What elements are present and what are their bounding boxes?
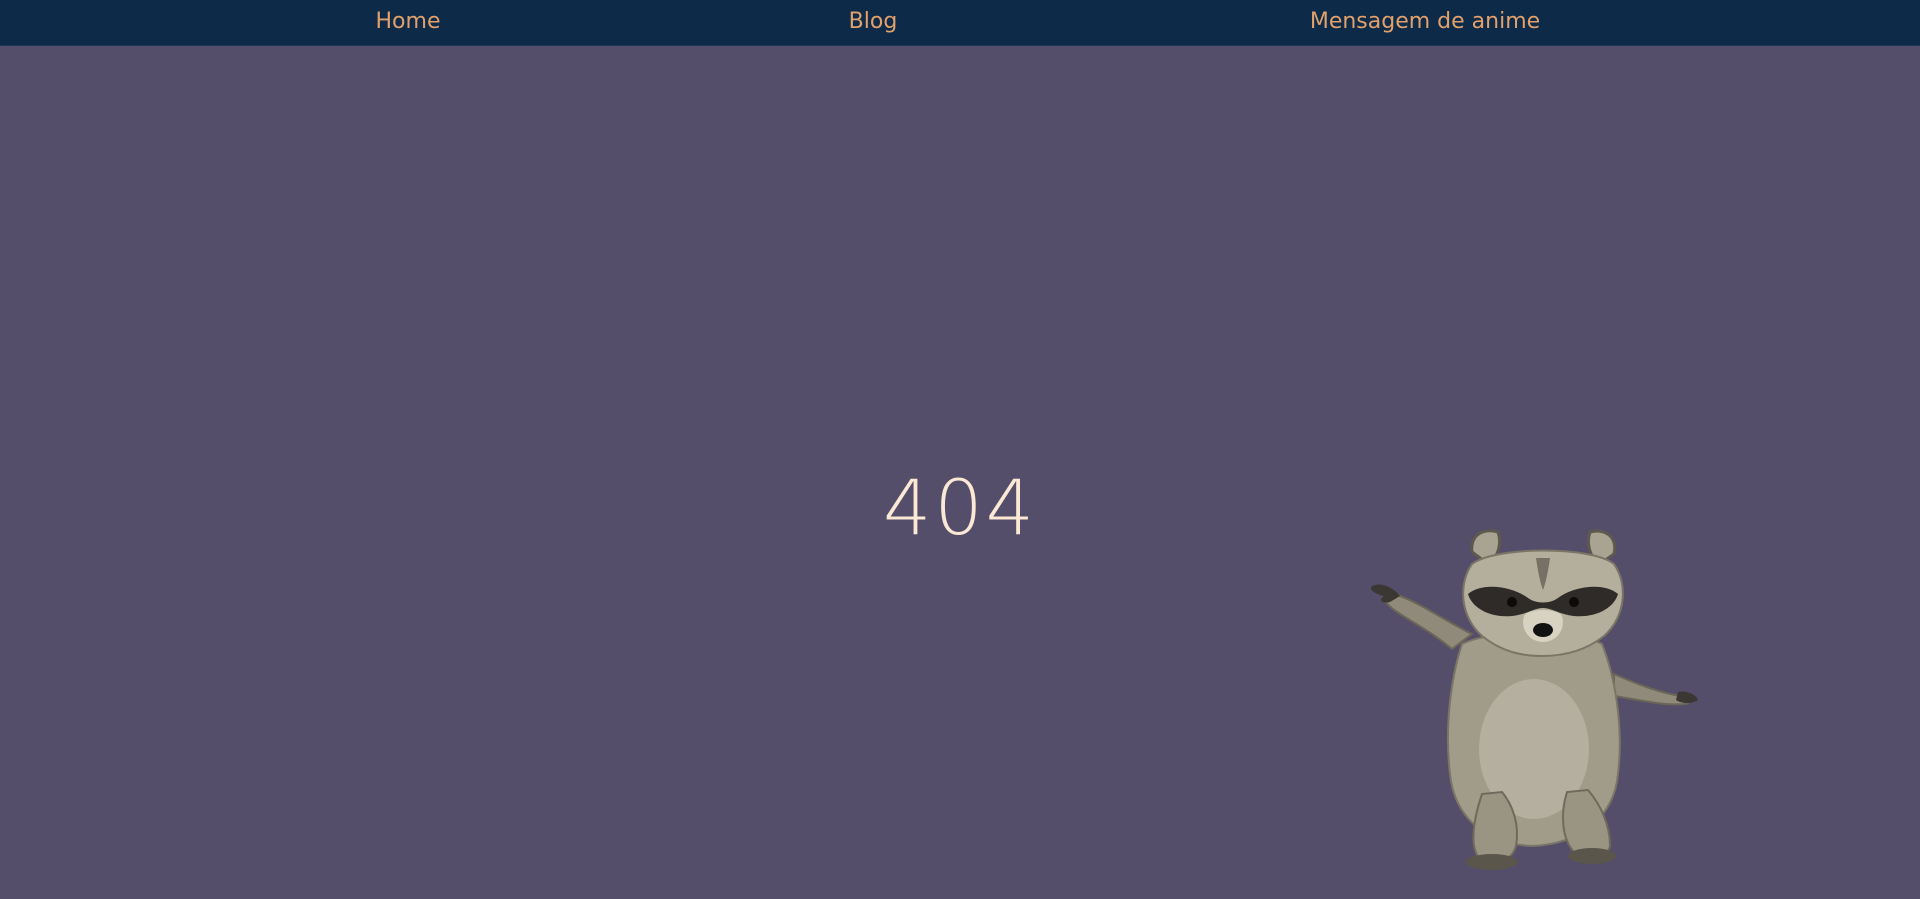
nav-link-home[interactable]: Home (376, 0, 441, 44)
raccoon-left-eye (1507, 597, 1517, 607)
main-content: 404 (0, 46, 1920, 899)
error-code: 404 (882, 463, 1038, 552)
raccoon-right-foot (1568, 848, 1616, 864)
raccoon-right-paw (1676, 691, 1698, 703)
raccoon-image (1370, 529, 1698, 870)
nav-link-blog[interactable]: Blog (849, 0, 898, 44)
raccoon-nose (1533, 623, 1553, 637)
raccoon-left-arm (1384, 593, 1474, 651)
top-navbar: Home Blog Mensagem de anime (0, 0, 1920, 46)
raccoon-left-foot (1466, 854, 1518, 870)
nav-link-anime-message[interactable]: Mensagem de anime (1310, 0, 1540, 44)
raccoon-right-eye (1569, 597, 1579, 607)
